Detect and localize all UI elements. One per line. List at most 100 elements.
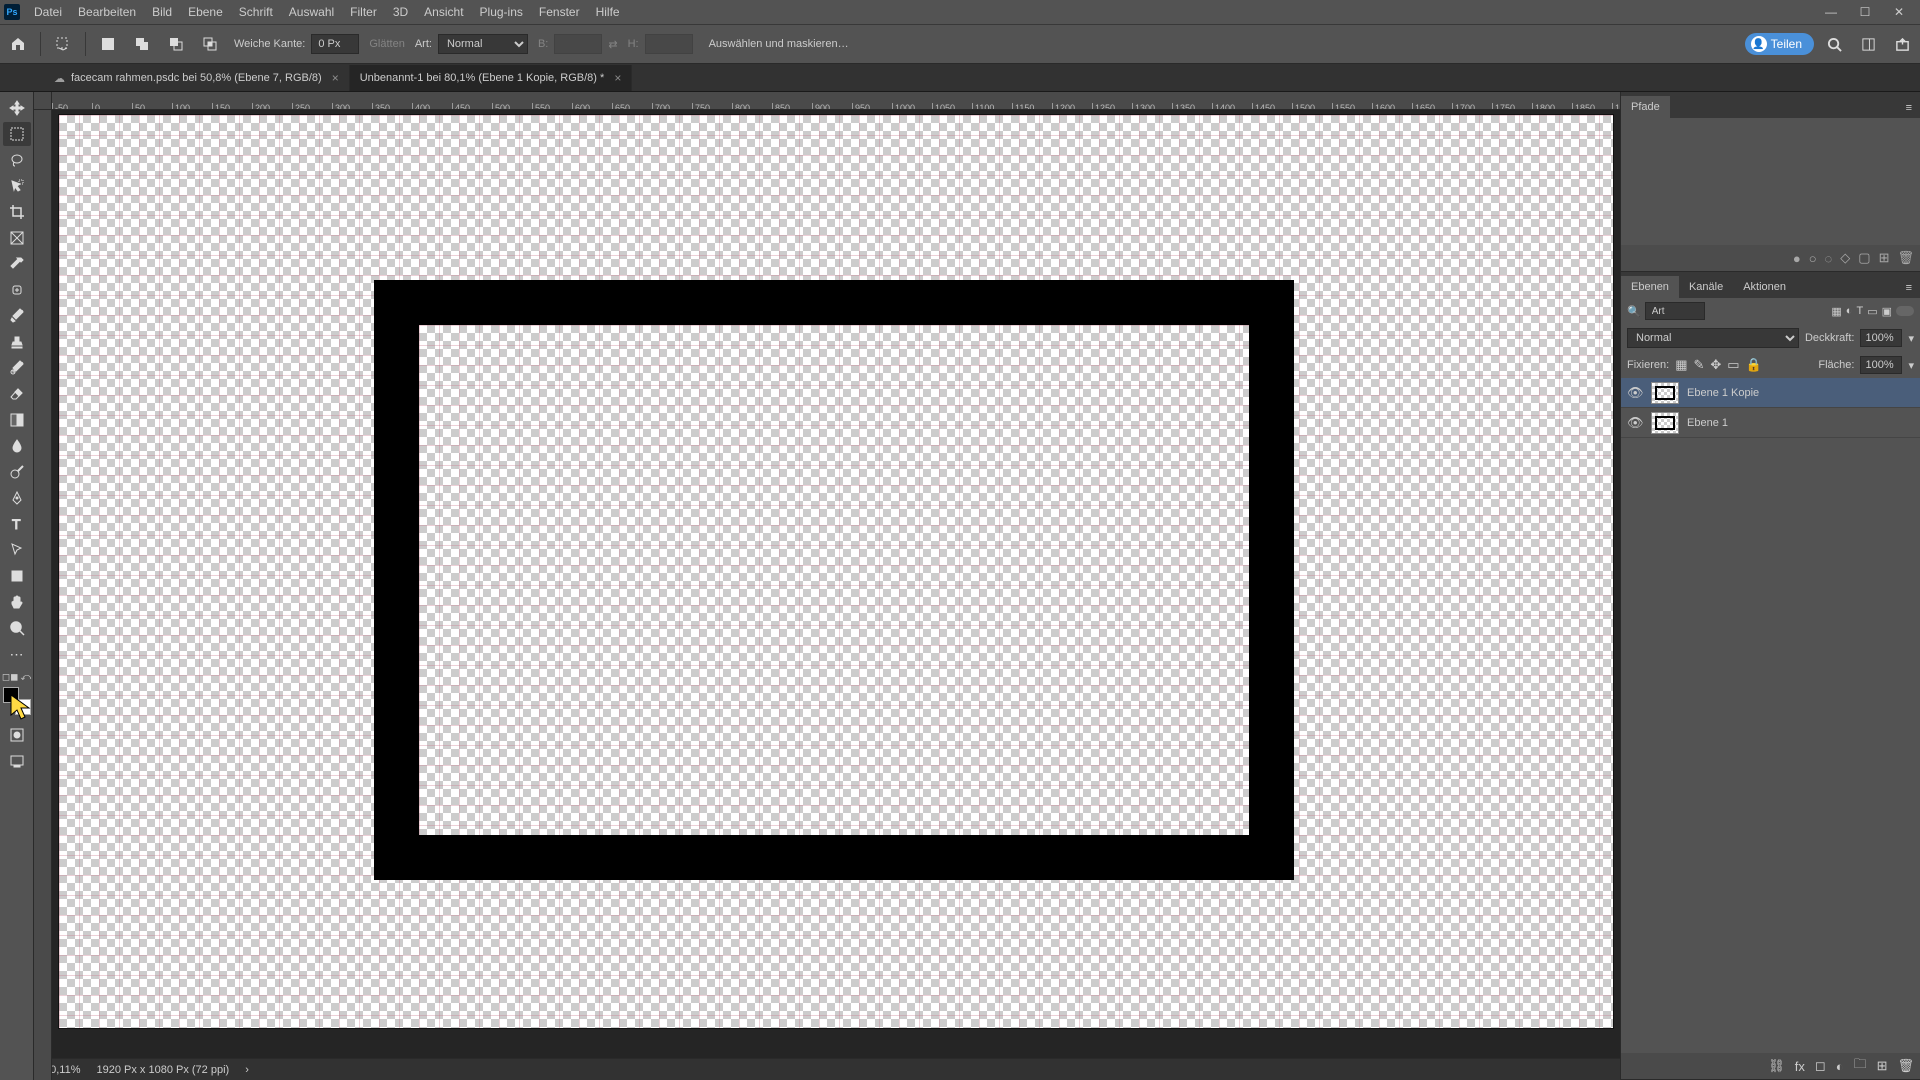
filter-search-icon[interactable]: 🔍 — [1627, 305, 1641, 318]
color-swatches[interactable] — [3, 687, 31, 715]
filter-toggle[interactable] — [1896, 306, 1914, 316]
filter-shape-icon[interactable]: ▭ — [1867, 305, 1877, 318]
eraser-tool[interactable] — [3, 382, 31, 406]
blend-mode-select[interactable]: Normal — [1627, 328, 1799, 348]
type-tool[interactable]: T — [3, 512, 31, 536]
document-canvas[interactable] — [58, 114, 1614, 1029]
menu-ebene[interactable]: Ebene — [180, 5, 231, 19]
zoom-tool[interactable] — [3, 616, 31, 640]
fill-path-icon[interactable]: ● — [1793, 251, 1801, 266]
layer-name[interactable]: Ebene 1 Kopie — [1687, 387, 1759, 399]
lock-pixels-icon[interactable]: ✎ — [1693, 357, 1704, 373]
foreground-color[interactable] — [3, 687, 19, 703]
close-button[interactable]: ✕ — [1882, 0, 1916, 24]
menu-auswahl[interactable]: Auswahl — [281, 5, 342, 19]
gradient-tool[interactable] — [3, 408, 31, 432]
stroke-path-icon[interactable]: ○ — [1809, 251, 1817, 266]
layer-group-icon[interactable]: 🗀 — [1854, 1055, 1867, 1077]
share-button[interactable]: 👤 Teilen — [1745, 33, 1814, 55]
eyedropper-tool[interactable] — [3, 252, 31, 276]
menu-datei[interactable]: Datei — [26, 5, 70, 19]
chevron-down-icon[interactable]: ▾ — [1908, 359, 1914, 372]
menu-bearbeiten[interactable]: Bearbeiten — [70, 5, 144, 19]
add-mask-icon[interactable]: ▢ — [1858, 250, 1870, 266]
maximize-button[interactable]: ☐ — [1848, 0, 1882, 24]
lock-position-icon[interactable]: ✥ — [1710, 357, 1721, 373]
ruler-origin[interactable] — [34, 92, 52, 110]
hand-tool[interactable] — [3, 590, 31, 614]
document-tab[interactable]: ☁facecam rahmen.psdc bei 50,8% (Ebene 7,… — [44, 65, 350, 91]
filter-image-icon[interactable]: ▦ — [1831, 305, 1841, 318]
delete-path-icon[interactable]: 🗑 — [1897, 250, 1914, 266]
lock-artboard-icon[interactable]: ▭ — [1727, 357, 1739, 373]
intersect-selection-button[interactable] — [196, 30, 224, 58]
workspace-button[interactable] — [1854, 30, 1882, 58]
opacity-input[interactable] — [1860, 329, 1902, 347]
dodge-tool[interactable] — [3, 460, 31, 484]
menu-plug-ins[interactable]: Plug-ins — [472, 5, 531, 19]
paths-tab[interactable]: Pfade — [1621, 96, 1670, 118]
stamp-tool[interactable] — [3, 330, 31, 354]
layer-name[interactable]: Ebene 1 — [1687, 417, 1728, 429]
style-select[interactable]: Normal — [438, 34, 528, 54]
layers-tab[interactable]: Ebenen — [1621, 276, 1679, 298]
horizontal-ruler[interactable]: -500501001502002503003504004505005506006… — [52, 92, 1620, 110]
filter-smart-icon[interactable]: ▣ — [1882, 305, 1892, 318]
menu-schrift[interactable]: Schrift — [231, 5, 281, 19]
panel-menu-icon[interactable]: ≡ — [1898, 278, 1920, 298]
channels-tab[interactable]: Kanäle — [1679, 276, 1733, 298]
minimize-button[interactable]: — — [1814, 0, 1848, 24]
menu-filter[interactable]: Filter — [342, 5, 385, 19]
make-path-icon[interactable]: ◇ — [1840, 250, 1850, 266]
layer-row[interactable]: 👁 Ebene 1 Kopie — [1621, 378, 1920, 408]
new-selection-button[interactable] — [94, 30, 122, 58]
select-and-mask-button[interactable]: Auswählen und maskieren… — [709, 38, 849, 50]
new-layer-icon[interactable]: ⊞ — [1877, 1058, 1888, 1074]
pen-tool[interactable] — [3, 486, 31, 510]
quick-mask-button[interactable] — [3, 723, 31, 747]
lock-transparency-icon[interactable]: ▦ — [1675, 357, 1687, 373]
screen-mode-button[interactable] — [3, 749, 31, 773]
layer-thumbnail[interactable] — [1651, 382, 1679, 404]
delete-layer-icon[interactable]: 🗑 — [1897, 1058, 1914, 1074]
layer-filter-input[interactable] — [1645, 302, 1705, 320]
actions-tab[interactable]: Aktionen — [1733, 276, 1796, 298]
crop-tool[interactable] — [3, 200, 31, 224]
document-info[interactable]: 1920 Px x 1080 Px (72 ppi) — [97, 1064, 230, 1076]
menu-3d[interactable]: 3D — [385, 5, 416, 19]
filter-type-icon[interactable]: T — [1856, 305, 1863, 317]
path-to-selection-icon[interactable]: ◌ — [1825, 251, 1833, 266]
menu-ansicht[interactable]: Ansicht — [416, 5, 471, 19]
menu-bild[interactable]: Bild — [144, 5, 180, 19]
quick-select-tool[interactable] — [3, 174, 31, 198]
feather-input[interactable] — [311, 34, 359, 54]
swap-colors-icon[interactable]: ⤺ — [20, 672, 31, 683]
link-layers-icon[interactable]: ⛓ — [1768, 1058, 1785, 1074]
tab-close-icon[interactable]: × — [332, 71, 339, 85]
marquee-tool[interactable] — [3, 122, 31, 146]
move-tool[interactable] — [3, 96, 31, 120]
history-brush-tool[interactable] — [3, 356, 31, 380]
blur-tool[interactable] — [3, 434, 31, 458]
home-button[interactable] — [4, 30, 32, 58]
chevron-down-icon[interactable]: ▾ — [1908, 332, 1914, 345]
info-chevron-icon[interactable]: › — [245, 1064, 249, 1076]
brush-tool[interactable] — [3, 304, 31, 328]
subtract-selection-button[interactable] — [162, 30, 190, 58]
visibility-toggle-icon[interactable]: 👁 — [1627, 385, 1643, 401]
filter-adjust-icon[interactable]: ◐ — [1846, 305, 1853, 317]
adjustment-layer-icon[interactable]: ◐ — [1836, 1059, 1844, 1074]
fill-input[interactable] — [1860, 356, 1902, 374]
frame-tool[interactable] — [3, 226, 31, 250]
layer-style-icon[interactable]: fx — [1795, 1059, 1805, 1074]
default-colors-icon[interactable]: ◻◼ — [2, 672, 19, 683]
search-button[interactable] — [1820, 30, 1848, 58]
document-tab[interactable]: Unbenannt-1 bei 80,1% (Ebene 1 Kopie, RG… — [350, 65, 633, 91]
export-button[interactable] — [1888, 30, 1916, 58]
add-selection-button[interactable] — [128, 30, 156, 58]
vertical-ruler[interactable] — [34, 110, 52, 1080]
healing-tool[interactable] — [3, 278, 31, 302]
menu-fenster[interactable]: Fenster — [531, 5, 588, 19]
shape-tool[interactable] — [3, 564, 31, 588]
tool-preset-button[interactable] — [49, 30, 77, 58]
